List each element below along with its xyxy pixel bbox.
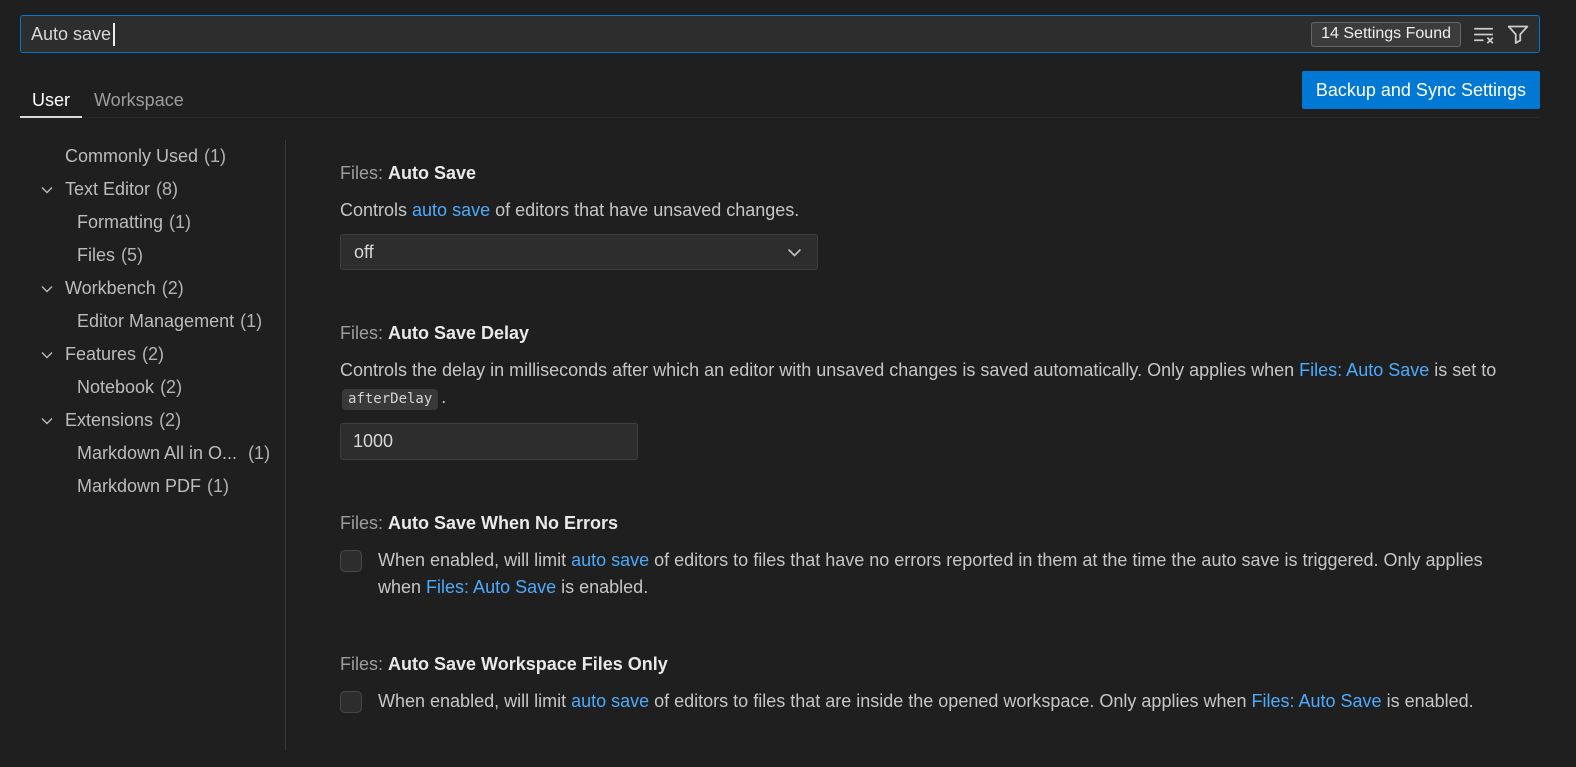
files-auto-save-dropdown[interactable]: off xyxy=(340,234,818,270)
search-input-value: Auto save xyxy=(31,23,112,44)
toc-item-text-editor[interactable]: Text Editor (8) xyxy=(0,173,285,206)
toc-item-features[interactable]: Features (2) xyxy=(0,338,285,371)
tab-workspace[interactable]: Workspace xyxy=(82,76,196,117)
toc-item-markdown-all-in-one[interactable]: Markdown All in O... (1) xyxy=(0,437,285,470)
files-auto-save-when-no-errors-checkbox[interactable] xyxy=(340,550,362,572)
toc-item-notebook[interactable]: Notebook (2) xyxy=(0,371,285,404)
files-auto-save-workspace-files-only-checkbox[interactable] xyxy=(340,691,362,713)
settings-count-badge: 14 Settings Found xyxy=(1311,21,1461,47)
toc-item-workbench[interactable]: Workbench (2) xyxy=(0,272,285,305)
setting-link[interactable]: auto save xyxy=(571,550,649,570)
setting-link[interactable]: Files: Auto Save xyxy=(1252,691,1382,711)
toc-item-formatting[interactable]: Formatting (1) xyxy=(0,206,285,239)
setting-link[interactable]: auto save xyxy=(571,691,649,711)
setting-link[interactable]: auto save xyxy=(412,200,490,220)
tab-user[interactable]: User xyxy=(20,76,83,118)
code-chip: afterDelay xyxy=(342,389,439,410)
filter-icon[interactable] xyxy=(1506,22,1530,46)
toc-item-editor-management[interactable]: Editor Management (1) xyxy=(0,305,285,338)
clear-search-results-icon[interactable] xyxy=(1472,23,1495,46)
setting-files-auto-save-workspace-files-only: Files: Auto Save Workspace Files Only Whe… xyxy=(340,653,1516,715)
chevron-down-icon xyxy=(785,243,804,262)
chevron-down-icon[interactable] xyxy=(39,413,55,429)
text-cursor xyxy=(113,22,115,46)
setting-description: Controls auto save of editors that have … xyxy=(340,200,800,220)
chevron-down-icon[interactable] xyxy=(39,281,55,297)
setting-link[interactable]: Files: Auto Save xyxy=(1299,360,1429,380)
toc-item-extensions[interactable]: Extensions (2) xyxy=(0,404,285,437)
settings-list: Files: Auto Save Controls auto save of ed… xyxy=(340,162,1516,767)
setting-description: When enabled, will limit auto save of ed… xyxy=(378,691,1474,711)
settings-search-input[interactable]: Auto save 14 Settings Found xyxy=(20,15,1540,53)
setting-link[interactable]: Files: Auto Save xyxy=(426,577,556,597)
chevron-down-icon[interactable] xyxy=(39,347,55,363)
setting-title: Files: Auto Save When No Errors xyxy=(340,513,619,533)
search-actions: 14 Settings Found xyxy=(1311,21,1530,47)
setting-files-auto-save-when-no-errors: Files: Auto Save When No Errors When enab… xyxy=(340,512,1516,601)
toc-item-commonly-used[interactable]: Commonly Used (1) xyxy=(0,140,285,173)
checkbox-row: When enabled, will limit auto save of ed… xyxy=(340,688,1516,715)
setting-files-auto-save: Files: Auto Save Controls auto save of ed… xyxy=(340,162,1516,270)
chevron-down-icon[interactable] xyxy=(39,182,55,198)
toc-item-markdown-pdf[interactable]: Markdown PDF (1) xyxy=(0,470,285,503)
toc-divider xyxy=(285,140,286,750)
checkbox-row: When enabled, will limit auto save of ed… xyxy=(340,547,1516,601)
backup-sync-settings-button[interactable]: Backup and Sync Settings xyxy=(1301,71,1540,109)
setting-description: Controls the delay in milliseconds after… xyxy=(340,357,1516,413)
setting-title: Files: Auto Save Workspace Files Only xyxy=(340,654,668,674)
toc-item-files[interactable]: Files (5) xyxy=(0,239,285,272)
setting-files-auto-save-delay: Files: Auto Save Delay Controls the delay… xyxy=(340,322,1516,460)
setting-description: When enabled, will limit auto save of ed… xyxy=(378,550,1483,597)
settings-toc: Commonly Used (1) Text Editor (8) Formatti… xyxy=(0,140,285,503)
files-auto-save-delay-input[interactable] xyxy=(340,423,638,460)
setting-title: Files: Auto Save xyxy=(340,163,477,183)
setting-title: Files: Auto Save Delay xyxy=(340,323,530,343)
